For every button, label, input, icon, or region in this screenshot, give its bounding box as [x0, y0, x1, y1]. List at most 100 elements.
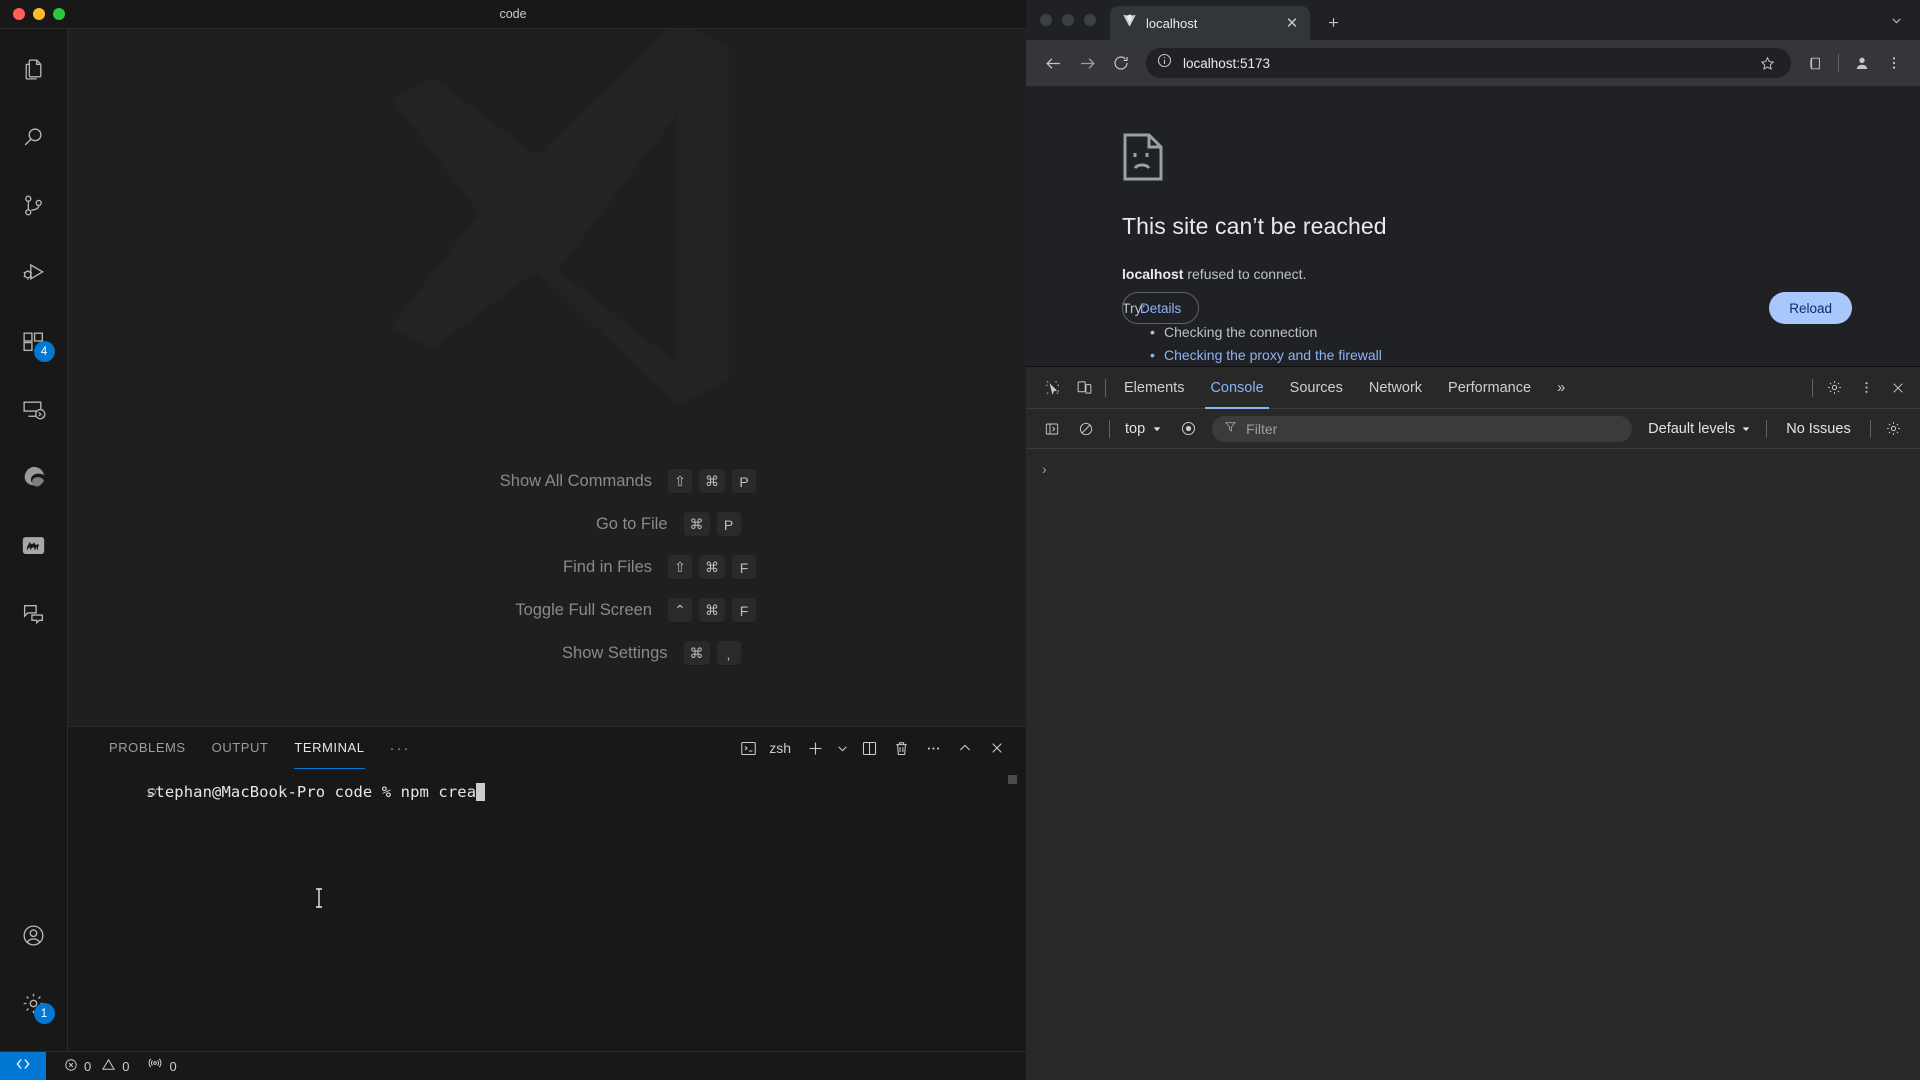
status-ports[interactable]: 0 [138, 1052, 185, 1080]
shortcut-label: Find in Files [563, 558, 652, 576]
console-settings-icon[interactable] [1878, 413, 1910, 445]
sidebar-item-remote-explorer[interactable] [0, 375, 68, 443]
window-title: code [499, 7, 527, 21]
back-icon[interactable] [1038, 48, 1068, 78]
watermark-row[interactable]: Show Settings ⌘ , [354, 641, 741, 666]
reload-button[interactable]: Reload [1769, 292, 1852, 324]
watermark-row[interactable]: Go to File ⌘ P [354, 512, 741, 537]
vscode-logo-watermark [287, 29, 807, 524]
browser-tab[interactable]: localhost ✕ [1110, 6, 1310, 40]
sidebar-item-run-and-debug[interactable] [0, 239, 68, 307]
details-button[interactable]: Details [1122, 292, 1200, 324]
profile-icon[interactable] [1848, 49, 1876, 77]
devtools-close-icon[interactable] [1882, 372, 1914, 404]
minimize-window-button[interactable] [33, 8, 45, 20]
sidebar-item-extensions[interactable]: 4 [0, 307, 68, 375]
terminal-body[interactable]: stephan@MacBook-Pro code % npm crea [68, 769, 1026, 1051]
error-icon [64, 1058, 78, 1075]
console-sidebar-icon[interactable] [1036, 413, 1068, 445]
key-cap: ⇧ [668, 469, 692, 494]
tabs-overflow[interactable]: » [1544, 367, 1578, 409]
chevron-up-icon[interactable] [950, 733, 980, 763]
close-panel-icon[interactable] [982, 733, 1012, 763]
close-tab-icon[interactable]: ✕ [1282, 13, 1302, 33]
watermark-row[interactable]: Show All Commands ⇧ ⌘ P [338, 469, 756, 494]
shortcut-label: Go to File [595, 515, 668, 533]
sidebar-item-edge-tools[interactable] [0, 443, 68, 511]
sidebar-item-explorer[interactable] [0, 35, 68, 103]
devtools-menu-icon[interactable] [1850, 372, 1882, 404]
kebab-menu-icon[interactable] [1880, 49, 1908, 77]
split-screen-icon[interactable] [1801, 49, 1829, 77]
accounts-button[interactable] [0, 901, 68, 969]
reload-icon[interactable] [1106, 48, 1136, 78]
devtools-actions [1807, 372, 1914, 404]
browser-minimize-button[interactable] [1062, 14, 1074, 26]
close-window-button[interactable] [13, 8, 25, 20]
watermark-row[interactable]: Find in Files ⇧ ⌘ F [338, 555, 756, 580]
clear-console-icon[interactable] [1070, 413, 1102, 445]
sidebar-item-search[interactable] [0, 103, 68, 171]
new-terminal-button[interactable] [800, 733, 830, 763]
toolbar-divider [1838, 54, 1839, 72]
sidebar-item-source-control[interactable] [0, 171, 68, 239]
panel-tabs-overflow[interactable]: ··· [378, 740, 423, 757]
shortcut-label: Show Settings [562, 644, 668, 662]
error-page: This site can’t be reached localhost ref… [1026, 86, 1920, 366]
tab-sources[interactable]: Sources [1277, 367, 1356, 409]
sidebar-item-chat[interactable] [0, 579, 68, 647]
vscode-window: code 4 1 Show All Commands ⇧ ⌘ P Go to F… [0, 0, 1026, 1080]
inspect-element-icon[interactable] [1036, 372, 1068, 404]
new-tab-button[interactable] [1318, 7, 1348, 37]
device-toolbar-icon[interactable] [1068, 372, 1100, 404]
split-icon[interactable] [854, 733, 884, 763]
vscode-body: 4 1 Show All Commands ⇧ ⌘ P Go to File ⌘… [0, 29, 1026, 1051]
watermark-row[interactable]: Toggle Full Screen ⌃ ⌘ F [338, 598, 756, 623]
browser-maximize-button[interactable] [1084, 14, 1096, 26]
error-message-rest: refused to connect. [1183, 266, 1307, 282]
ellipsis-icon[interactable] [918, 733, 948, 763]
address-bar[interactable]: localhost:5173 [1146, 48, 1791, 78]
warning-count: 0 [122, 1058, 130, 1074]
star-icon[interactable] [1753, 49, 1781, 77]
remote-indicator[interactable] [0, 1051, 46, 1080]
browser-tab-title: localhost [1146, 15, 1198, 31]
suggestion-link[interactable]: Checking the proxy and the firewall [1150, 347, 1920, 363]
suggestion-item: Checking the connection [1150, 324, 1920, 340]
panel-tab-output[interactable]: OUTPUT [199, 727, 282, 769]
tab-console[interactable]: Console [1197, 367, 1276, 409]
panel-tab-terminal[interactable]: TERMINAL [281, 727, 377, 769]
console-output-area[interactable]: › [1026, 449, 1920, 1080]
tab-elements[interactable]: Elements [1111, 367, 1197, 409]
terminal-scrollbar[interactable] [1008, 775, 1017, 784]
key-cap: ⇧ [668, 555, 692, 580]
manage-settings-button[interactable]: 1 [0, 969, 68, 1037]
browser-close-button[interactable] [1040, 14, 1052, 26]
edge-icon [20, 464, 47, 491]
terminal-line: stephan@MacBook-Pro code % npm crea [68, 783, 1026, 801]
tab-network[interactable]: Network [1356, 367, 1435, 409]
terminal-name[interactable]: zsh [765, 740, 798, 756]
trash-icon[interactable] [886, 733, 916, 763]
tab-performance[interactable]: Performance [1435, 367, 1544, 409]
error-heading: This site can’t be reached [1122, 213, 1387, 239]
activity-bar-bottom: 1 [0, 901, 68, 1051]
sidebar-item-ollama[interactable] [0, 511, 68, 579]
console-filter-input[interactable]: Filter [1212, 415, 1633, 442]
live-expression-icon[interactable] [1172, 413, 1204, 445]
info-icon[interactable] [1156, 52, 1173, 74]
forward-icon[interactable] [1072, 48, 1102, 78]
shortcut-label: Show All Commands [499, 472, 652, 490]
panel-tab-problems[interactable]: PROBLEMS [96, 727, 199, 769]
browser-window-menu[interactable] [1882, 6, 1910, 34]
devtools-settings-icon[interactable] [1818, 372, 1850, 404]
console-context-selector[interactable]: top [1117, 415, 1170, 443]
chevron-down-icon[interactable] [832, 733, 852, 763]
console-levels-selector[interactable]: Default levels [1640, 421, 1759, 437]
terminal-icon[interactable] [733, 733, 763, 763]
shortcut-keys: ⇧ ⌘ P [668, 469, 756, 494]
key-cap: F [732, 598, 756, 623]
status-errors-warnings[interactable]: 0 0 [55, 1052, 138, 1080]
issues-counter[interactable]: No Issues [1774, 421, 1862, 437]
maximize-window-button[interactable] [53, 8, 65, 20]
